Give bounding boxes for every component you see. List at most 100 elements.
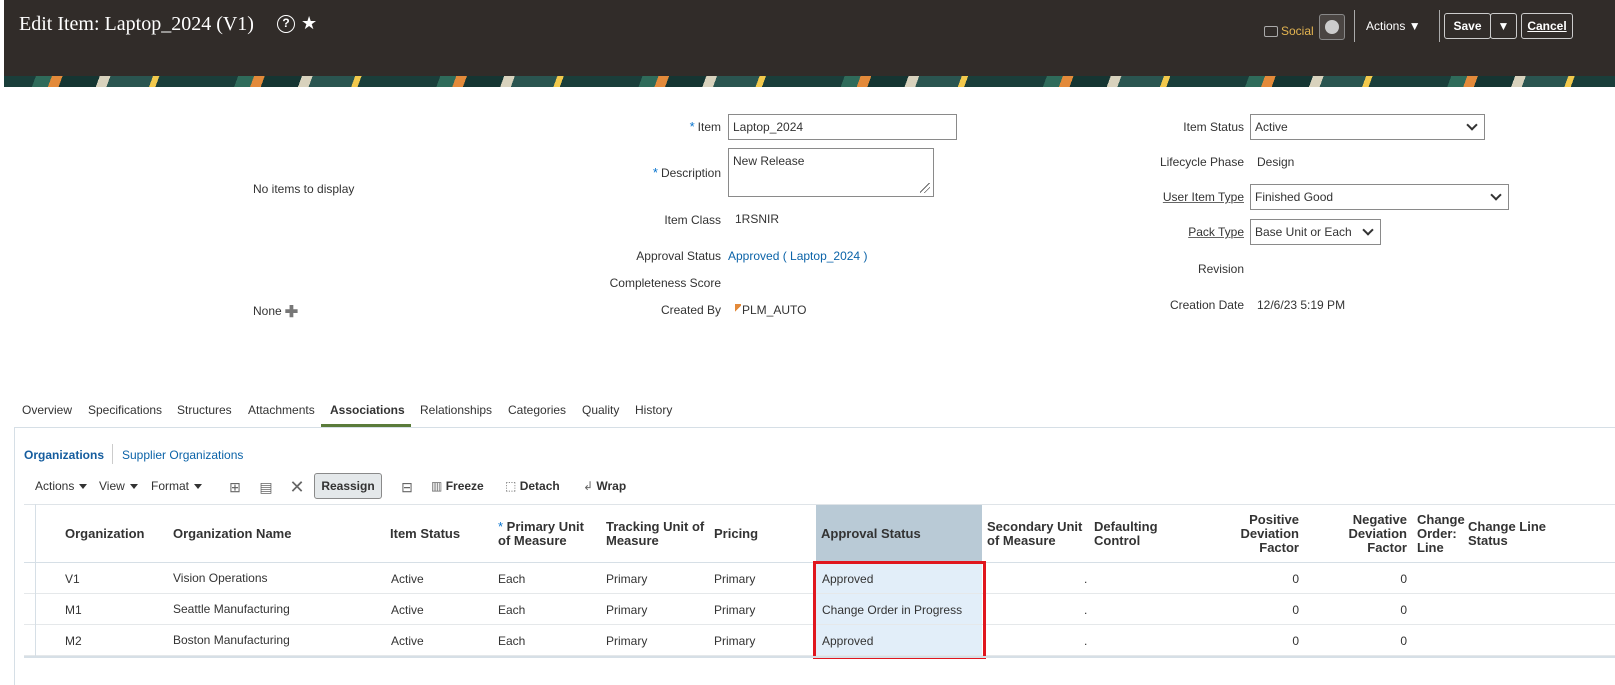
created-by-value: PLM_AUTO: [735, 303, 806, 317]
creation-date-label: Creation Date: [1169, 298, 1244, 312]
org-code: V1: [65, 572, 80, 586]
add-icon[interactable]: ✚: [285, 302, 298, 322]
freeze-button[interactable]: ▥ Freeze: [431, 479, 484, 493]
col-negative-deviation-factor[interactable]: Negative Deviation Factor: [1337, 513, 1407, 555]
org-name: Seattle Manufacturing: [173, 602, 290, 616]
completeness-score-label: Completeness Score: [609, 276, 721, 290]
header-divider: [1439, 10, 1440, 42]
chevron-down-icon: ▼: [1408, 19, 1421, 33]
save-button[interactable]: Save: [1444, 13, 1491, 39]
wrap-icon: ↲: [583, 479, 594, 493]
description-label: * Description: [652, 165, 721, 180]
description-textarea[interactable]: New Release: [728, 148, 934, 197]
item-status-select[interactable]: Active: [1250, 114, 1485, 140]
subtab-supplier-organizations[interactable]: Supplier Organizations: [122, 448, 243, 462]
table-actions-menu[interactable]: Actions: [35, 479, 88, 493]
chevron-down-icon: [1466, 119, 1478, 131]
creation-date-value: 12/6/23 5:19 PM: [1257, 298, 1346, 312]
col-organization[interactable]: Organization: [65, 527, 144, 541]
lifecycle-phase-label: Lifecycle Phase: [1159, 155, 1244, 169]
defaulting-control-cell: .: [1084, 572, 1088, 586]
col-tracking-uom[interactable]: Tracking Unit of Measure: [606, 520, 704, 548]
created-by-label: Created By: [660, 303, 721, 317]
chevron-down-icon: [79, 484, 88, 490]
tab-categories[interactable]: Categories: [508, 403, 566, 425]
item-status-cell: Active: [391, 603, 424, 617]
tab-associations[interactable]: Associations: [330, 403, 405, 425]
decorative-banner: [4, 76, 1615, 87]
defaulting-control-cell: .: [1084, 603, 1088, 617]
org-code-link[interactable]: M2: [65, 634, 82, 648]
subtab-organizations[interactable]: Organizations: [24, 448, 104, 462]
wrap-button[interactable]: ↲ Wrap: [583, 479, 626, 493]
positive-deviation-cell: 0: [1292, 634, 1299, 648]
add-row-icon[interactable]: ⊞: [227, 479, 243, 495]
org-name: Boston Manufacturing: [173, 633, 290, 647]
delete-icon[interactable]: ✕: [289, 478, 305, 496]
pricing-cell: Primary: [714, 603, 756, 617]
revision-label: Revision: [1197, 262, 1244, 276]
edit-row-icon[interactable]: ▤: [258, 479, 274, 495]
col-change-line-status[interactable]: Change Line Status: [1468, 520, 1546, 548]
tab-specifications[interactable]: Specifications: [88, 403, 162, 425]
table-format-menu[interactable]: Format: [151, 479, 203, 493]
filter-icon[interactable]: ⊟: [399, 479, 415, 495]
item-class-value: 1RSNIR: [735, 212, 780, 226]
negative-deviation-cell: 0: [1400, 603, 1407, 617]
chevron-down-icon: [1362, 224, 1374, 236]
tab-overview[interactable]: Overview: [22, 403, 72, 425]
freeze-icon: ▥: [431, 479, 443, 493]
col-pricing[interactable]: Pricing: [714, 527, 758, 541]
chevron-down-icon: [1490, 189, 1502, 201]
tab-attachments[interactable]: Attachments: [248, 403, 315, 425]
org-code-link[interactable]: M1: [65, 603, 82, 617]
page-title: Edit Item: Laptop_2024 (V1): [19, 13, 254, 35]
col-defaulting-control[interactable]: Defaulting Control: [1094, 520, 1158, 548]
tracking-uom-cell: Primary: [606, 572, 648, 586]
user-item-type-label[interactable]: User Item Type: [1163, 190, 1244, 204]
chevron-down-icon: [129, 484, 138, 490]
approval-status-label: Approval Status: [636, 249, 721, 263]
save-options-dropdown[interactable]: ▼: [1490, 13, 1517, 39]
item-class-label: Item Class: [664, 213, 721, 227]
user-item-type-select[interactable]: Finished Good: [1250, 184, 1509, 210]
approval-status-link[interactable]: Approved ( Laptop_2024 ): [728, 249, 867, 263]
tracking-uom-cell: Primary: [606, 634, 648, 648]
negative-deviation-cell: 0: [1400, 572, 1407, 586]
social-icon: [1264, 26, 1278, 38]
tab-quality[interactable]: Quality: [582, 403, 619, 425]
col-secondary-uom[interactable]: Secondary Unit of Measure: [987, 520, 1082, 548]
approval-status-highlight-box: [813, 561, 986, 659]
positive-deviation-cell: 0: [1292, 572, 1299, 586]
defaulting-control-cell: .: [1084, 634, 1088, 648]
col-change-order-line[interactable]: Change Order: Line: [1417, 513, 1465, 555]
col-positive-deviation-factor[interactable]: Positive Deviation Factor: [1229, 513, 1299, 555]
item-input[interactable]: Laptop_2024: [728, 114, 957, 140]
tab-history[interactable]: History: [635, 403, 672, 425]
tracking-uom-cell: Primary: [606, 603, 648, 617]
item-status-cell: Active: [391, 634, 424, 648]
none-value: None ✚: [253, 302, 299, 322]
tab-structures[interactable]: Structures: [177, 403, 232, 425]
pack-type-select[interactable]: Base Unit or Each: [1250, 219, 1381, 245]
col-item-status[interactable]: Item Status: [390, 527, 460, 541]
pack-type-label[interactable]: Pack Type: [1188, 225, 1244, 239]
globe-icon-button[interactable]: [1319, 14, 1345, 40]
header-actions-menu[interactable]: Actions ▼: [1366, 19, 1421, 33]
social-link[interactable]: Social: [1264, 24, 1314, 38]
cancel-button[interactable]: Cancel: [1521, 13, 1573, 39]
user-flag-icon: [735, 304, 741, 313]
negative-deviation-cell: 0: [1400, 634, 1407, 648]
tab-relationships[interactable]: Relationships: [420, 403, 492, 425]
table-view-menu[interactable]: View: [99, 479, 138, 493]
col-primary-uom[interactable]: * Primary Unit of Measure: [498, 520, 584, 548]
favorite-star-icon[interactable]: ★: [301, 13, 317, 34]
page-header: Edit Item: Laptop_2024 (V1) ? ★ Social A…: [4, 0, 1615, 76]
col-organization-name[interactable]: Organization Name: [173, 527, 291, 541]
positive-deviation-cell: 0: [1292, 603, 1299, 617]
detach-button[interactable]: ⬚ Detach: [505, 479, 560, 493]
help-icon[interactable]: ?: [277, 15, 295, 33]
col-approval-status[interactable]: Approval Status: [821, 527, 921, 541]
resize-handle-icon[interactable]: [920, 183, 930, 193]
reassign-button[interactable]: Reassign: [314, 473, 382, 499]
